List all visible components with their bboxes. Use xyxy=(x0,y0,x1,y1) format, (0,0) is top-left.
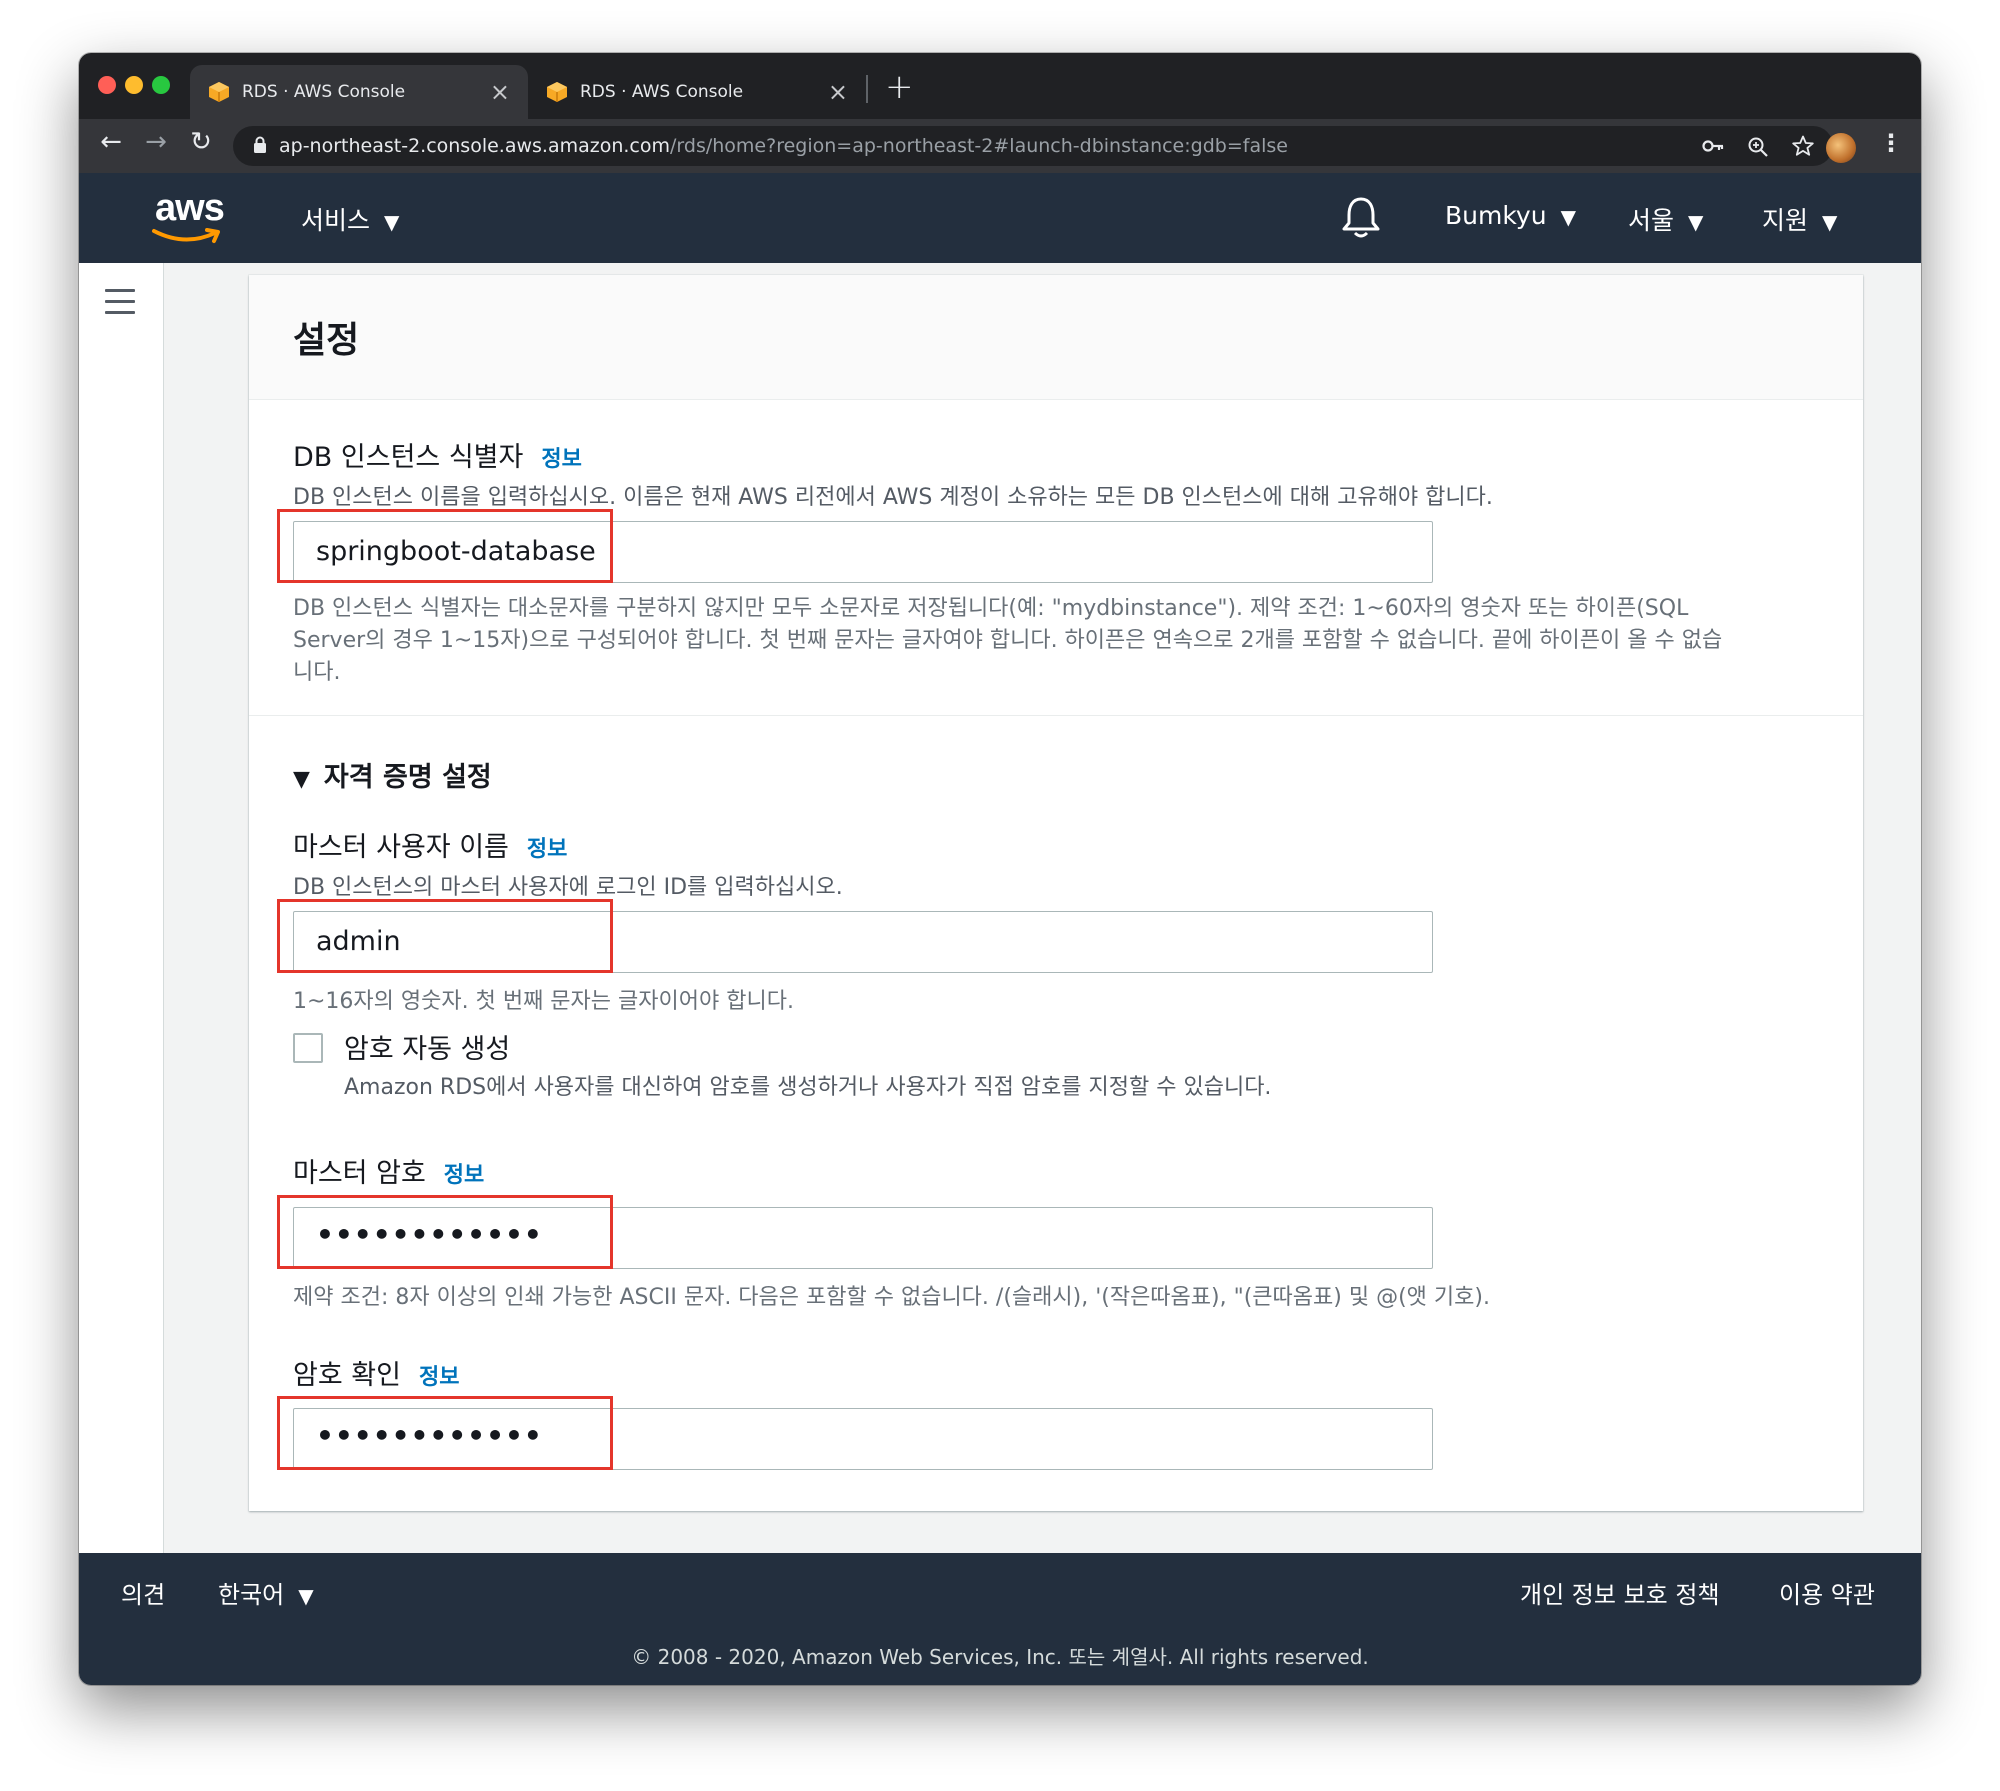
aws-cube-icon xyxy=(209,82,229,102)
region-menu[interactable]: 서울 ▼ xyxy=(1628,201,1703,237)
browser-tab-active[interactable]: RDS · AWS Console × xyxy=(190,65,528,119)
credentials-section-title: 자격 증명 설정 xyxy=(323,762,492,793)
aws-smile-icon xyxy=(152,228,220,243)
forward-button[interactable]: → xyxy=(138,127,174,157)
hint-line: 니다. xyxy=(293,660,341,685)
caret-down-icon: ▼ xyxy=(384,210,400,234)
db-identifier-label: DB 인스턴스 식별자 정보 xyxy=(293,435,582,474)
copyright-text: © 2008 - 2020, Amazon Web Services, Inc.… xyxy=(631,1645,1369,1669)
sidebar xyxy=(79,263,164,1563)
db-identifier-label-text: DB 인스턴스 식별자 xyxy=(293,442,524,473)
account-name: Bumkyu xyxy=(1445,201,1547,230)
auto-password-description: Amazon RDS에서 사용자를 대신하여 암호를 생성하거나 사용자가 직접… xyxy=(344,1075,1272,1100)
url-path: /rds/home?region=ap-northeast-2#launch-d… xyxy=(670,135,1288,157)
master-username-description: DB 인스턴스의 마스터 사용자에 로그인 ID를 입력하십시오. xyxy=(293,875,843,900)
aws-logo-text: aws xyxy=(155,187,225,229)
tab-title: RDS · AWS Console xyxy=(242,82,406,102)
db-identifier-description: DB 인스턴스 이름을 입력하십시오. 이름은 현재 AWS 리전에서 AWS … xyxy=(293,485,1493,510)
profile-avatar[interactable] xyxy=(1826,133,1856,163)
close-window-button[interactable] xyxy=(98,76,116,94)
key-icon[interactable] xyxy=(1702,137,1724,155)
highlight-box xyxy=(277,509,613,583)
bell-icon[interactable] xyxy=(1341,195,1381,239)
privacy-policy-link[interactable]: 개인 정보 보호 정책 xyxy=(1520,1575,1720,1610)
aws-logo[interactable]: aws xyxy=(152,187,225,243)
tab-title: RDS · AWS Console xyxy=(580,82,744,102)
feedback-link[interactable]: 의견 xyxy=(121,1575,165,1610)
section-divider xyxy=(249,715,1863,716)
aws-cube-icon xyxy=(547,82,567,102)
info-link[interactable]: 정보 xyxy=(541,447,581,472)
reload-button[interactable]: ↻ xyxy=(183,127,219,157)
auto-password-checkbox[interactable] xyxy=(293,1033,323,1063)
language-label: 한국어 xyxy=(218,1581,285,1609)
browser-toolbar: ← → ↻ ap-northeast-2.console.aws.amazon.… xyxy=(79,119,1921,173)
address-bar[interactable]: ap-northeast-2.console.aws.amazon.com/rd… xyxy=(233,126,1833,166)
hamburger-menu-icon[interactable] xyxy=(105,289,135,322)
aws-console-header: aws 서비스 ▼ Bumkyu ▼ 서울 ▼ 지원 ▼ xyxy=(79,173,1921,263)
new-tab-button[interactable]: + xyxy=(885,67,914,107)
hint-line: Server의 경우 1~15자)으로 구성되어야 합니다. 첫 번째 문자는 … xyxy=(293,628,1723,653)
services-label: 서비스 xyxy=(301,206,371,235)
support-label: 지원 xyxy=(1762,206,1809,235)
services-menu[interactable]: 서비스 ▼ xyxy=(301,201,399,237)
info-link[interactable]: 정보 xyxy=(444,1163,484,1188)
master-password-label-text: 마스터 암호 xyxy=(293,1158,426,1189)
panel-title: 설정 xyxy=(293,320,360,361)
tab-strip: RDS · AWS Console × RDS · AWS Console × … xyxy=(79,53,1921,119)
tab-separator xyxy=(866,75,868,103)
browser-menu-icon[interactable]: ⋮ xyxy=(1879,129,1903,157)
account-menu[interactable]: Bumkyu ▼ xyxy=(1445,201,1576,230)
hint-line: DB 인스턴스 식별자는 대소문자를 구분하지 않지만 모두 소문자로 저장됩니… xyxy=(293,596,1689,621)
highlight-box xyxy=(277,1195,613,1269)
tab-close-icon[interactable]: × xyxy=(490,78,510,106)
caret-down-icon: ▼ xyxy=(298,1584,314,1608)
url-host: ap-northeast-2.console.aws.amazon.com xyxy=(279,135,671,157)
back-button[interactable]: ← xyxy=(93,127,129,157)
zoom-icon[interactable] xyxy=(1747,136,1769,158)
url-text: ap-northeast-2.console.aws.amazon.com/rd… xyxy=(279,135,1288,157)
credentials-section-toggle[interactable]: ▼ 자격 증명 설정 xyxy=(293,755,492,794)
support-menu[interactable]: 지원 ▼ xyxy=(1762,201,1837,237)
caret-down-icon: ▼ xyxy=(1822,210,1838,234)
master-password-hint: 제약 조건: 8자 이상의 인쇄 가능한 ASCII 문자. 다음은 포함할 수… xyxy=(293,1285,1490,1310)
info-link[interactable]: 정보 xyxy=(419,1365,459,1390)
browser-window: RDS · AWS Console × RDS · AWS Console × … xyxy=(79,53,1921,1685)
confirm-password-label: 암호 확인 정보 xyxy=(293,1353,459,1392)
highlight-box xyxy=(277,899,613,973)
confirm-password-label-text: 암호 확인 xyxy=(293,1360,401,1391)
terms-link[interactable]: 이용 약관 xyxy=(1779,1575,1875,1610)
console-footer: 의견 한국어 ▼ 개인 정보 보호 정책 이용 약관 © 2008 - 2020,… xyxy=(79,1553,1921,1685)
highlight-box xyxy=(277,1396,613,1470)
info-link[interactable]: 정보 xyxy=(527,837,567,862)
auto-password-label[interactable]: 암호 자동 생성 xyxy=(344,1027,510,1066)
settings-panel: 설정 DB 인스턴스 식별자 정보 DB 인스턴스 이름을 입력하십시오. 이름은… xyxy=(249,275,1863,1511)
caret-down-icon: ▼ xyxy=(1688,210,1704,234)
minimize-window-button[interactable] xyxy=(125,76,143,94)
maximize-window-button[interactable] xyxy=(152,76,170,94)
tab-close-icon[interactable]: × xyxy=(828,78,848,106)
db-identifier-hint: DB 인스턴스 식별자는 대소문자를 구분하지 않지만 모두 소문자로 저장됩니… xyxy=(293,593,1823,689)
master-username-label-text: 마스터 사용자 이름 xyxy=(293,832,509,863)
browser-tab[interactable]: RDS · AWS Console × xyxy=(528,65,866,119)
master-username-hint: 1~16자의 영숫자. 첫 번째 문자는 글자이어야 합니다. xyxy=(293,989,794,1014)
triangle-down-icon: ▼ xyxy=(293,767,310,792)
caret-down-icon: ▼ xyxy=(1560,205,1576,229)
star-icon[interactable] xyxy=(1792,135,1814,157)
panel-header: 설정 xyxy=(249,275,1863,400)
lock-icon xyxy=(254,136,266,153)
language-selector[interactable]: 한국어 ▼ xyxy=(218,1575,314,1610)
region-name: 서울 xyxy=(1628,206,1675,235)
master-username-label: 마스터 사용자 이름 정보 xyxy=(293,825,567,864)
master-password-label: 마스터 암호 정보 xyxy=(293,1151,484,1190)
